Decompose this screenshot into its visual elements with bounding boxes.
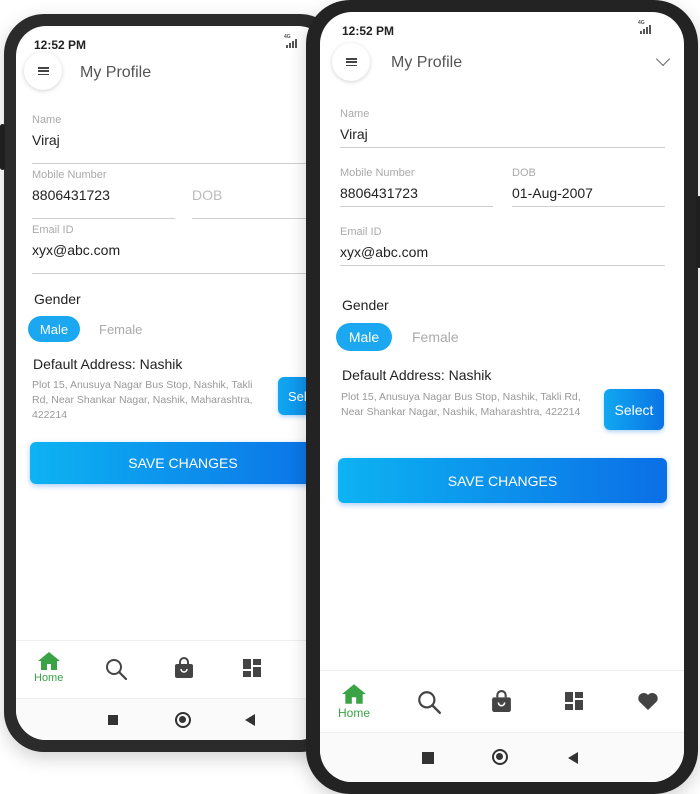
nav-favorites[interactable] (637, 692, 659, 711)
home-button-icon[interactable] (175, 712, 191, 728)
nav-home-label: Home (338, 706, 371, 720)
select-address-button[interactable]: Select (604, 389, 664, 430)
signal-icon: 4G (638, 20, 654, 34)
status-time: 12:52 PM (342, 24, 395, 38)
status-bar: 12:52 PM 4G (320, 12, 684, 42)
chevron-down-icon[interactable] (655, 51, 671, 67)
gender-label: Gender (342, 297, 389, 313)
page-title: My Profile (80, 64, 152, 81)
mobile-label: Mobile Number (340, 167, 415, 179)
back-icon[interactable] (245, 714, 255, 726)
name-field[interactable]: Name Viraj (340, 108, 665, 148)
heart-icon (638, 692, 658, 710)
system-navigation-bar (16, 698, 328, 740)
home-icon (37, 652, 60, 670)
dashboard-icon (565, 692, 583, 710)
back-phone: 12:52 PM 4G My Profile Name Viraj Mobile… (0, 14, 340, 752)
default-address-title: Default Address: Nashik (33, 356, 183, 372)
mobile-value: 8806431723 (340, 185, 418, 201)
name-label: Name (340, 108, 370, 120)
dob-value: 01-Aug-2007 (512, 185, 593, 201)
shopping-bag-icon (492, 690, 511, 712)
address-text: Plot 15, Anusuya Nagar Bus Stop, Nashik,… (32, 379, 253, 421)
power-button (696, 196, 700, 268)
address-text: Plot 15, Anusuya Nagar Bus Stop, Nashik,… (341, 391, 581, 418)
mobile-value: 8806431723 (32, 187, 110, 203)
home-button-icon[interactable] (492, 749, 508, 765)
bottom-navigation: Home (320, 670, 684, 732)
back-icon[interactable] (568, 752, 578, 764)
signal-icon: 4G (284, 34, 300, 48)
save-changes-button[interactable]: SAVE CHANGES (338, 458, 667, 503)
system-navigation-bar (320, 732, 684, 782)
status-bar: 12:52 PM 4G (16, 26, 328, 56)
mobile-field[interactable]: Mobile Number 8806431723 (32, 169, 175, 219)
search-icon (106, 659, 128, 681)
gender-female-option[interactable]: Female (99, 322, 142, 337)
dob-label: DOB (512, 167, 536, 179)
menu-button[interactable] (24, 52, 62, 90)
dob-field[interactable]: DOB 01-Aug-2007 (512, 167, 665, 207)
bottom-navigation: Home (16, 640, 328, 698)
volume-button (0, 124, 5, 170)
email-value: xyx@abc.com (340, 244, 429, 260)
name-label: Name (32, 114, 62, 126)
dob-label: DOB (192, 187, 223, 203)
hamburger-icon (345, 58, 357, 66)
email-label: Email ID (32, 224, 74, 236)
recent-apps-icon[interactable] (108, 715, 118, 725)
nav-home[interactable]: Home (338, 683, 370, 720)
save-changes-button[interactable]: SAVE CHANGES (30, 442, 328, 484)
status-time: 12:52 PM (34, 38, 87, 52)
back-phone-screen: 12:52 PM 4G My Profile Name Viraj Mobile… (16, 26, 328, 740)
front-phone-screen: 12:52 PM 4G My Profile Name Viraj Mobile… (320, 12, 684, 782)
dashboard-icon (243, 659, 261, 677)
gender-male-option[interactable]: Male (336, 323, 392, 351)
nav-home[interactable]: Home (34, 651, 63, 684)
front-phone: 12:52 PM 4G My Profile Name Viraj Mobile… (306, 0, 700, 794)
page-title: My Profile (391, 54, 463, 71)
nav-dashboard[interactable] (564, 691, 584, 711)
shopping-bag-icon (175, 657, 193, 678)
menu-button[interactable] (332, 43, 370, 81)
nav-dashboard[interactable] (242, 658, 262, 678)
nav-search[interactable] (416, 689, 442, 715)
nav-bag[interactable] (491, 690, 512, 713)
email-field[interactable]: Email ID xyx@abc.com (32, 224, 328, 274)
nav-home-label: Home (34, 672, 64, 684)
mobile-label: Mobile Number (32, 169, 107, 181)
gender-female-option[interactable]: Female (412, 329, 459, 345)
hamburger-icon (37, 67, 49, 75)
home-icon (342, 684, 366, 704)
email-label: Email ID (340, 226, 382, 238)
nav-search[interactable] (104, 657, 128, 681)
name-value: Viraj (32, 132, 60, 148)
gender-male-option[interactable]: Male (28, 316, 80, 342)
recent-apps-icon[interactable] (422, 752, 434, 764)
search-icon (418, 691, 442, 715)
nav-bag[interactable] (174, 657, 194, 679)
email-value: xyx@abc.com (32, 242, 121, 258)
mobile-field[interactable]: Mobile Number 8806431723 (340, 167, 493, 207)
email-field[interactable]: Email ID xyx@abc.com (340, 226, 665, 266)
default-address-title: Default Address: Nashik (342, 367, 492, 383)
name-field[interactable]: Name Viraj (32, 114, 328, 164)
name-value: Viraj (340, 126, 368, 142)
gender-label: Gender (34, 291, 81, 307)
